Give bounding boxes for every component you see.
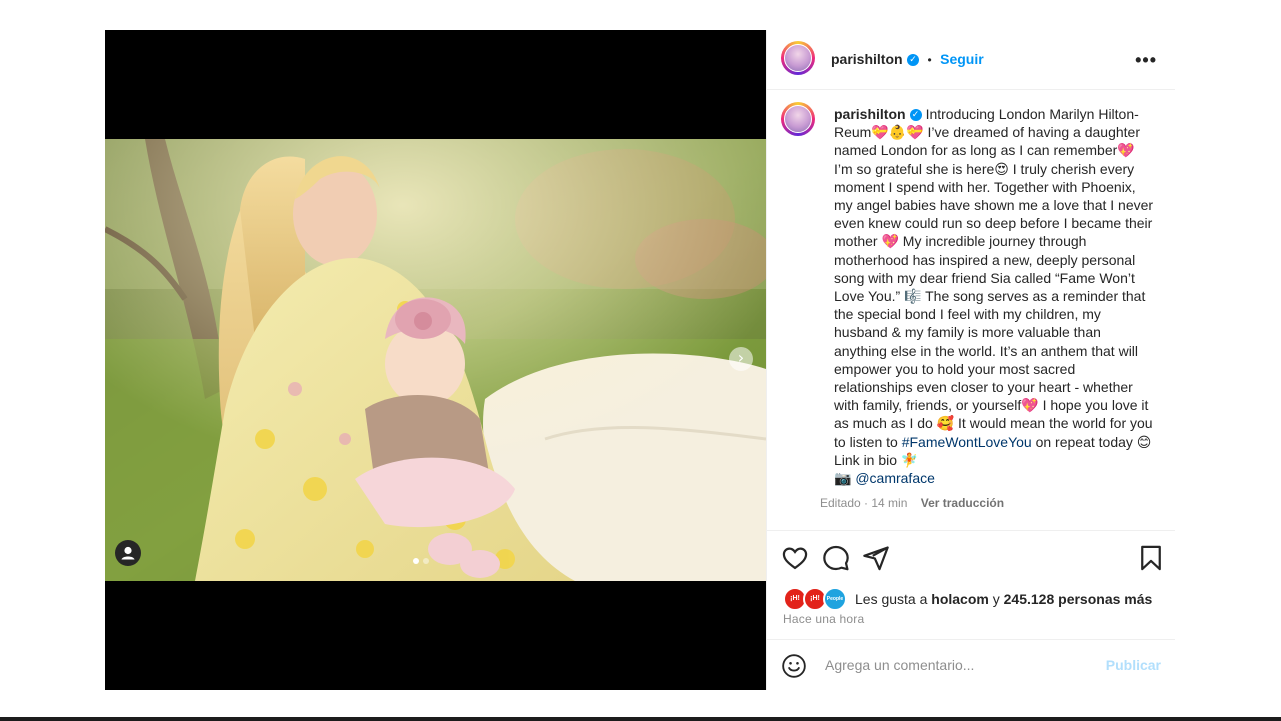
- likes-count-link[interactable]: 245.128 personas más: [1004, 591, 1153, 607]
- post-caption: parishilton ✓ Introducing London Marilyn H…: [781, 102, 1161, 532]
- comment-input[interactable]: [823, 656, 1097, 674]
- see-translation-button[interactable]: Ver traducción: [921, 496, 1004, 510]
- next-slide-button[interactable]: ›: [729, 347, 753, 371]
- instagram-post: › parishilton ✓ • Seguir ••• parishilton…: [105, 30, 1175, 690]
- heart-icon[interactable]: [781, 544, 809, 572]
- person-icon: [121, 546, 135, 560]
- bookmark-icon[interactable]: [1137, 544, 1165, 572]
- comment-bar: Publicar: [767, 639, 1175, 692]
- camera-emoji: 📷: [834, 470, 852, 487]
- liker-avatar[interactable]: People: [823, 587, 847, 611]
- caption-text: parishilton ✓ Introducing London Marilyn H…: [834, 105, 1154, 487]
- tagged-users-button[interactable]: [115, 540, 141, 566]
- likes-prefix: Les gusta a: [855, 591, 928, 607]
- post-timestamp[interactable]: Hace una hora: [783, 612, 864, 626]
- likes-joiner: y: [992, 591, 1000, 607]
- comment-icon[interactable]: [822, 544, 850, 572]
- publish-button[interactable]: Publicar: [1106, 657, 1161, 673]
- post-sidebar: parishilton ✓ • Seguir ••• parishilton ✓ I…: [766, 30, 1175, 690]
- likes-summary: ¡H! ¡H! People Les gusta a holacom y 245…: [783, 587, 1152, 611]
- carousel-indicator: [413, 558, 429, 564]
- author-username[interactable]: parishilton: [831, 51, 903, 67]
- verified-badge-icon: ✓: [909, 109, 922, 122]
- edited-label: Editado · 14 min: [820, 496, 908, 510]
- caption-meta: Editado · 14 min Ver traducción: [820, 496, 1004, 510]
- liker-username[interactable]: holacom: [931, 591, 989, 607]
- carousel-dot: [423, 558, 429, 564]
- send-icon[interactable]: [862, 544, 890, 572]
- likes-text: Les gusta a holacom y 245.128 personas m…: [855, 591, 1152, 607]
- caption-username[interactable]: parishilton: [834, 106, 906, 122]
- follow-button[interactable]: Seguir: [940, 51, 984, 67]
- post-actions: ¡H! ¡H! People Les gusta a holacom y 245…: [767, 530, 1175, 691]
- screen-edge: [0, 717, 1281, 721]
- header-separator: •: [927, 53, 932, 67]
- post-media: ›: [105, 30, 766, 690]
- mention-link[interactable]: @camraface: [855, 470, 935, 486]
- post-header: parishilton ✓ • Seguir •••: [767, 30, 1175, 90]
- author-avatar[interactable]: [781, 41, 815, 75]
- post-photo[interactable]: [105, 139, 766, 581]
- more-options-icon[interactable]: •••: [1135, 50, 1157, 71]
- verified-badge-icon: ✓: [907, 53, 920, 66]
- chevron-right-icon: ›: [737, 348, 745, 367]
- carousel-dot-active: [413, 558, 419, 564]
- caption-author-avatar[interactable]: [781, 102, 815, 136]
- smiley-icon[interactable]: [781, 653, 807, 679]
- hashtag-link[interactable]: #FameWontLoveYou: [902, 434, 1032, 450]
- caption-body: Introducing London Marilyn Hilton-Reum💝👶…: [834, 106, 1154, 450]
- photo-illustration: [105, 139, 766, 581]
